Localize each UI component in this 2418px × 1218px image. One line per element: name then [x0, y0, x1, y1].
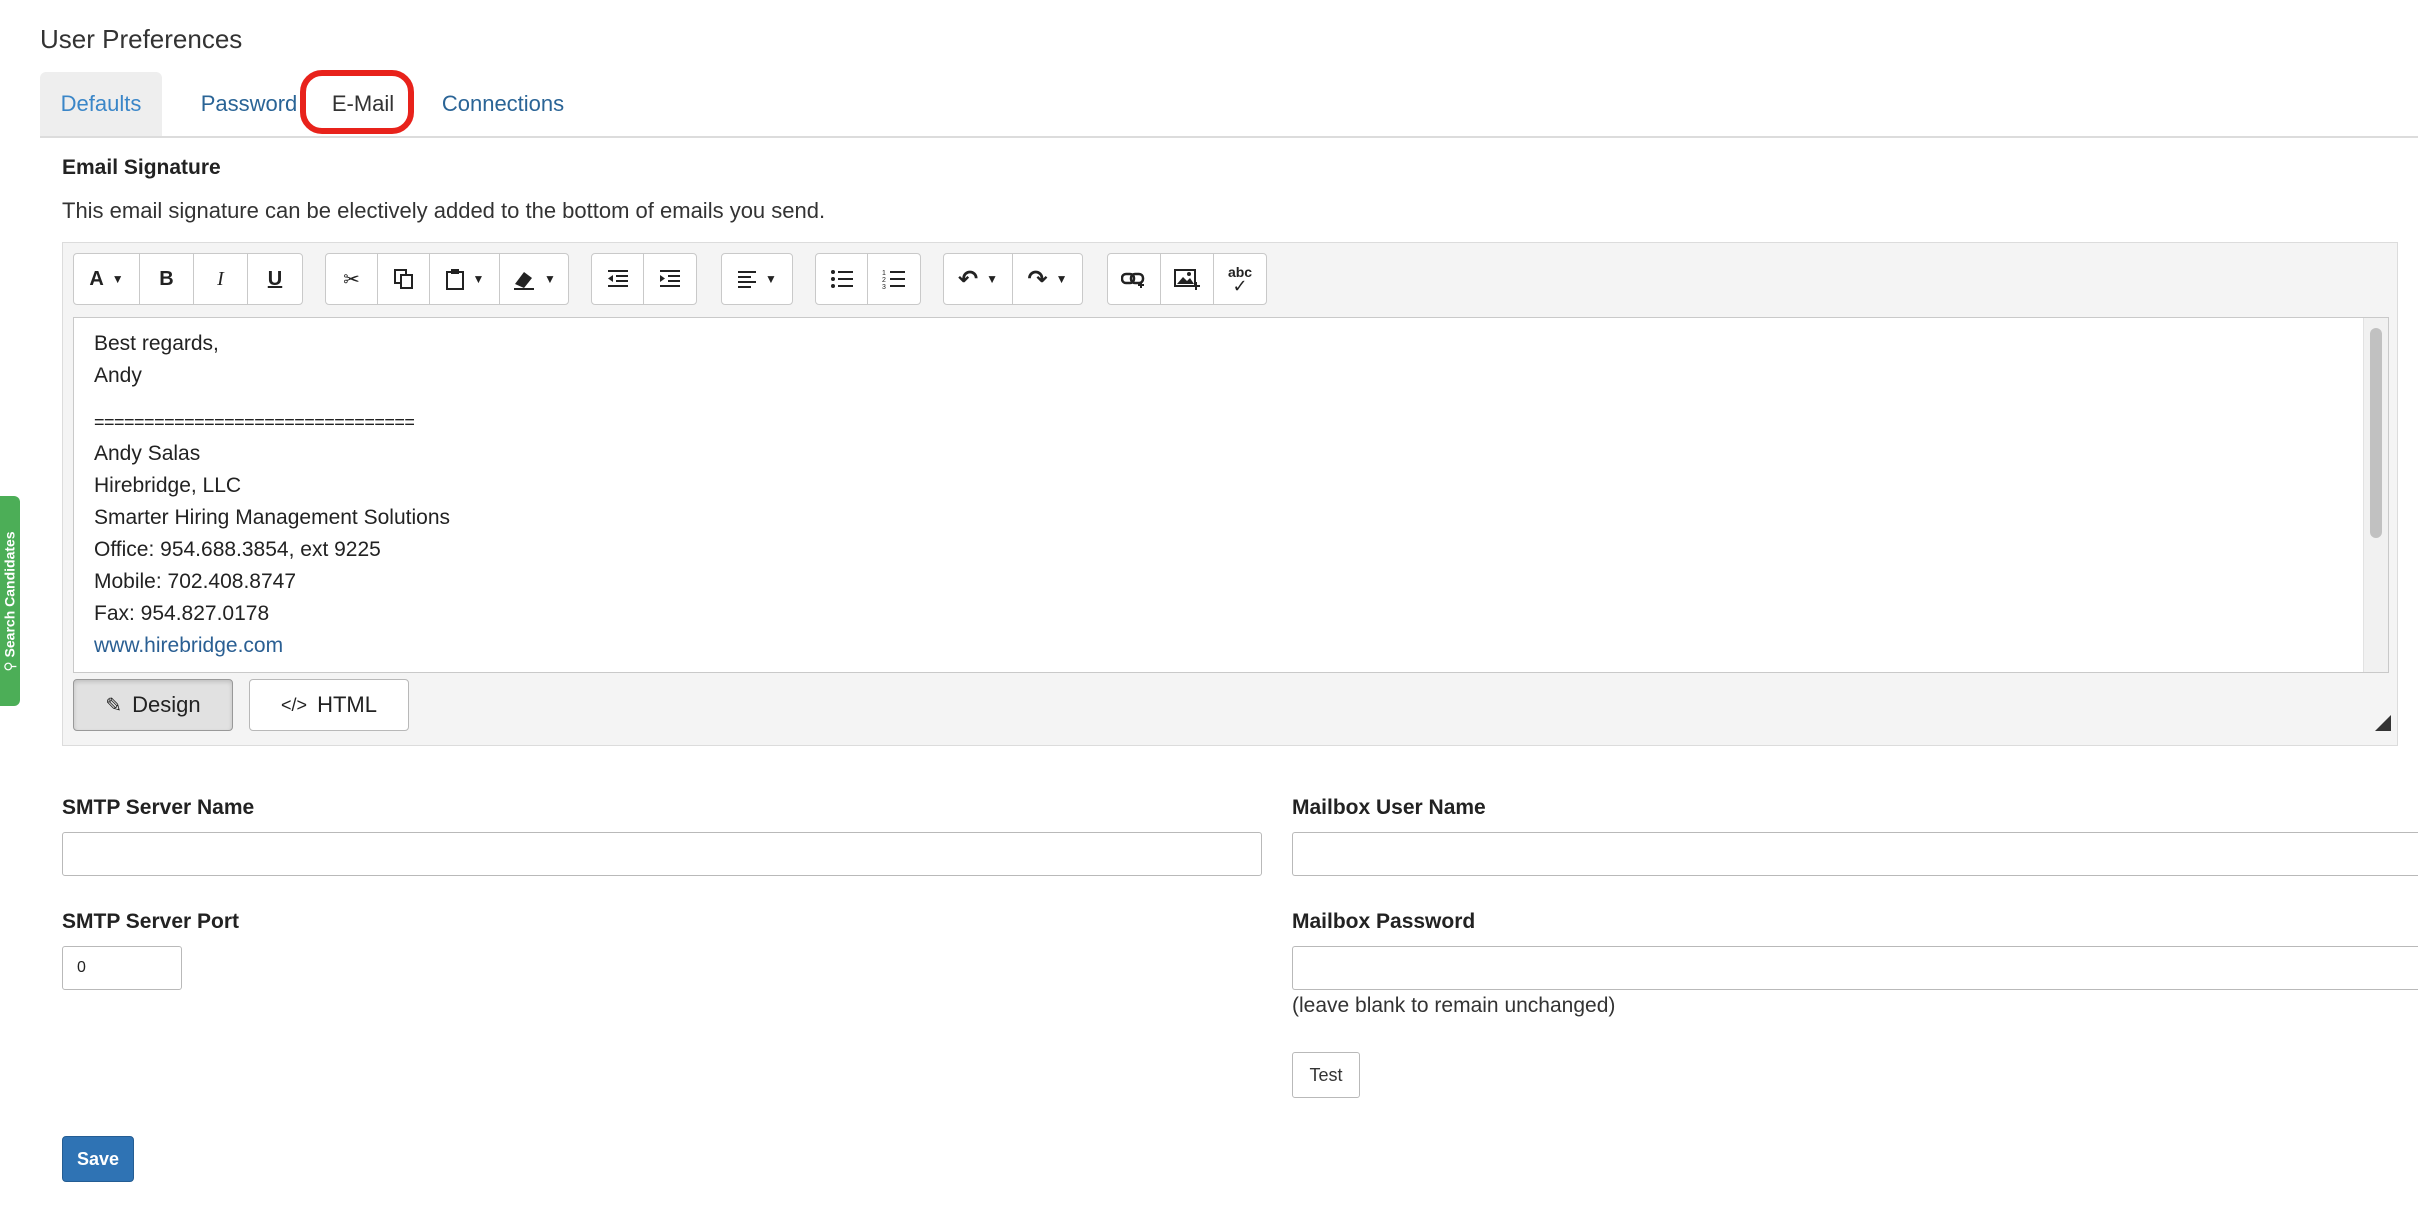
mailbox-password-input[interactable] — [1292, 946, 2418, 990]
scissors-icon: ✂ — [343, 268, 360, 291]
smtp-server-name-label: SMTP Server Name — [62, 796, 255, 819]
checkmark-icon: ✓ — [1232, 276, 1248, 296]
redo-icon: ↷ — [1027, 265, 1048, 293]
format-painter-button[interactable]: ▼ — [500, 254, 568, 304]
eraser-icon — [514, 272, 535, 290]
editor-scrollbar-thumb[interactable] — [2370, 328, 2382, 538]
email-signature-heading: Email Signature — [62, 156, 221, 179]
password-hint: (leave blank to remain unchanged) — [1292, 994, 1616, 1017]
toolbar-format-group: A ▼ B I U — [73, 253, 303, 305]
signature-company: Hirebridge, LLC — [94, 474, 242, 497]
tab-bar: Defaults Password E-Mail Connections — [40, 72, 2418, 138]
signature-content: Best regards, Andy =====================… — [94, 328, 450, 662]
indent-icon — [660, 270, 680, 287]
spellcheck-button[interactable]: abc ✓ — [1214, 254, 1266, 304]
search-icon: ⚲ — [1, 660, 18, 672]
smtp-server-name-input[interactable] — [62, 832, 1262, 876]
insert-image-button[interactable] — [1161, 254, 1214, 304]
resize-handle-icon[interactable] — [2375, 715, 2391, 731]
signature-office: Office: 954.688.3854, ext 9225 — [94, 538, 381, 561]
align-left-icon — [738, 271, 757, 288]
tab-email[interactable]: E-Mail — [308, 72, 418, 136]
design-mode-button[interactable]: ✎ Design — [73, 679, 233, 731]
signature-fax: Fax: 954.827.0178 — [94, 602, 270, 625]
bullet-list-button[interactable] — [816, 254, 869, 304]
search-candidates-label: ⚲ Search Candidates — [2, 531, 19, 671]
page-title: User Preferences — [40, 24, 243, 54]
caret-down-icon: ▼ — [544, 272, 556, 286]
signature-content-area[interactable]: Best regards, Andy =====================… — [73, 317, 2389, 673]
test-button[interactable]: Test — [1292, 1052, 1360, 1098]
indent-button[interactable] — [644, 254, 696, 304]
italic-button[interactable]: I — [194, 254, 248, 304]
numbered-list-button[interactable]: 123 — [868, 254, 920, 304]
underline-button[interactable]: U — [248, 254, 302, 304]
signature-mobile: Mobile: 702.408.8747 — [94, 570, 296, 593]
image-icon — [1174, 269, 1200, 290]
signature-line: Best regards, — [94, 332, 219, 355]
undo-button[interactable]: ↶ ▼ — [944, 254, 1013, 304]
redo-button[interactable]: ↷ ▼ — [1013, 254, 1082, 304]
toolbar-list-group: 123 — [815, 253, 921, 305]
svg-text:3: 3 — [882, 284, 886, 289]
insert-link-button[interactable] — [1108, 254, 1161, 304]
signature-line: Andy — [94, 364, 142, 387]
html-mode-button[interactable]: </> HTML — [249, 679, 409, 731]
html-mode-label: HTML — [317, 692, 377, 717]
mailbox-user-name-label: Mailbox User Name — [1292, 796, 1486, 819]
signature-website-link[interactable]: www.hirebridge.com — [94, 634, 283, 657]
email-signature-description: This email signature can be electively a… — [62, 198, 826, 223]
clipboard-icon — [445, 269, 464, 290]
tab-connections[interactable]: Connections — [428, 72, 578, 136]
bullet-list-icon — [830, 270, 853, 288]
signature-editor: A ▼ B I U ✂ ▼ ▼ ▼ 1 2 3 ↶ ▼ ↷ ▼ abc ✓ Be… — [62, 242, 2398, 746]
caret-down-icon: ▼ — [472, 272, 485, 286]
outdent-button[interactable] — [592, 254, 645, 304]
toolbar-indent-group — [591, 253, 697, 305]
toolbar-history-group: ↶ ▼ ↷ ▼ — [943, 253, 1083, 305]
design-mode-label: Design — [132, 692, 201, 717]
signature-separator: ================================ — [94, 412, 415, 432]
mailbox-password-label: Mailbox Password — [1292, 910, 1476, 933]
search-candidates-text: Search Candidates — [1, 530, 18, 657]
copy-icon — [393, 269, 413, 289]
toolbar-align-group: ▼ — [721, 253, 793, 305]
editor-scrollbar-track[interactable] — [2363, 318, 2388, 672]
toolbar-insert-group: abc ✓ — [1107, 253, 1267, 305]
smtp-server-port-input[interactable]: 0 — [62, 946, 182, 990]
toolbar-clipboard-group: ✂ ▼ ▼ — [325, 253, 569, 305]
numbered-list-icon: 123 — [882, 270, 905, 289]
search-candidates-side-tab[interactable]: ⚲ Search Candidates — [0, 496, 20, 706]
save-button[interactable]: Save — [62, 1136, 134, 1182]
bold-button[interactable]: B — [140, 254, 194, 304]
signature-tagline: Smarter Hiring Management Solutions — [94, 506, 450, 529]
undo-icon: ↶ — [958, 265, 979, 293]
copy-button[interactable] — [378, 254, 430, 304]
cut-button[interactable]: ✂ — [326, 254, 378, 304]
code-icon: </> — [281, 694, 308, 715]
pencil-icon: ✎ — [105, 694, 123, 717]
smtp-server-port-label: SMTP Server Port — [62, 910, 240, 933]
caret-down-icon: ▼ — [986, 272, 998, 286]
svg-text:1: 1 — [882, 270, 886, 277]
mailbox-user-name-input[interactable] — [1292, 832, 2418, 876]
outdent-icon — [607, 270, 628, 287]
svg-text:2: 2 — [882, 277, 886, 284]
tab-password[interactable]: Password — [174, 72, 324, 136]
align-button[interactable]: ▼ — [722, 254, 792, 304]
font-button[interactable]: A ▼ — [74, 254, 140, 304]
caret-down-icon: ▼ — [1055, 272, 1068, 286]
caret-down-icon: ▼ — [765, 272, 777, 286]
caret-down-icon: ▼ — [111, 272, 124, 286]
signature-name: Andy Salas — [94, 442, 201, 465]
font-label: A — [89, 267, 104, 290]
paste-button[interactable]: ▼ — [430, 254, 500, 304]
link-icon — [1121, 272, 1145, 288]
tab-defaults[interactable]: Defaults — [40, 72, 162, 136]
